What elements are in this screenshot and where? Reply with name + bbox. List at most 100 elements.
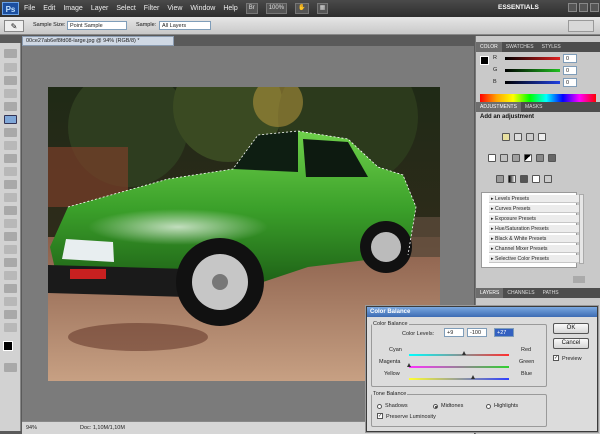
color-balance-icon[interactable] — [512, 154, 520, 162]
brush-tool-icon[interactable] — [4, 141, 17, 150]
channel-mixer-icon[interactable] — [548, 154, 556, 162]
maximize-icon[interactable] — [579, 3, 588, 12]
menu-filter[interactable]: Filter — [144, 5, 160, 12]
tab-color[interactable]: COLOR — [476, 42, 502, 52]
panel-toggle-button[interactable] — [568, 20, 594, 32]
tab-adjustments[interactable]: ADJUSTMENTS — [476, 102, 521, 112]
panel-footer-icon[interactable] — [573, 276, 585, 283]
close-icon[interactable] — [590, 3, 599, 12]
channel-g-slider[interactable] — [505, 69, 560, 72]
tab-styles[interactable]: STYLES — [538, 42, 565, 52]
channel-r-field[interactable]: 0 — [563, 54, 577, 63]
color-spectrum-ramp[interactable] — [480, 94, 596, 102]
levels-icon[interactable] — [514, 133, 522, 141]
bridge-button[interactable]: Br — [245, 3, 258, 14]
curves-icon[interactable] — [526, 133, 534, 141]
gradient-tool-icon[interactable] — [4, 193, 17, 202]
dialog-title[interactable]: Color Balance — [367, 307, 597, 317]
zoom-readout[interactable]: 94% — [26, 422, 37, 434]
magenta-green-slider-track[interactable] — [409, 366, 509, 368]
preset-hue-saturation[interactable]: ▸ Hue/Saturation Presets — [489, 225, 582, 233]
threshold-icon[interactable] — [520, 175, 528, 183]
yellow-blue-slider-thumb[interactable] — [470, 375, 475, 379]
tab-channels[interactable]: CHANNELS — [503, 288, 538, 298]
menu-view[interactable]: View — [167, 5, 182, 12]
channel-g-field[interactable]: 0 — [563, 66, 577, 75]
tab-paths[interactable]: PATHS — [539, 288, 563, 298]
cyan-red-slider-thumb[interactable] — [461, 351, 466, 355]
preset-curves[interactable]: ▸ Curves Presets — [489, 205, 582, 213]
preview-checkbox[interactable]: ✓ — [553, 355, 559, 361]
cancel-button[interactable]: Cancel — [553, 338, 589, 349]
yellow-blue-level-field[interactable]: +27 — [494, 328, 514, 337]
photo-filter-icon[interactable] — [536, 154, 544, 162]
menu-select[interactable]: Select — [116, 5, 135, 12]
shadows-radio-button[interactable] — [377, 404, 382, 409]
preset-selective-color[interactable]: ▸ Selective Color Presets — [489, 255, 582, 263]
preset-channel-mixer[interactable]: ▸ Channel Mixer Presets — [489, 245, 582, 253]
pen-tool-icon[interactable] — [4, 232, 17, 241]
shape-tool-icon[interactable] — [4, 271, 17, 280]
cyan-red-slider-track[interactable] — [409, 354, 509, 356]
channel-b-slider[interactable] — [505, 81, 560, 84]
preview-option[interactable]: ✓ Preview — [553, 354, 595, 364]
eraser-tool-icon[interactable] — [4, 180, 17, 189]
midtones-radio-button[interactable] — [433, 404, 438, 409]
history-brush-tool-icon[interactable] — [4, 167, 17, 176]
dodge-tool-icon[interactable] — [4, 219, 17, 228]
preserve-luminosity-option[interactable]: ✓ Preserve Luminosity — [377, 412, 467, 422]
radio-shadows[interactable]: Shadows — [377, 401, 427, 411]
preset-levels[interactable]: ▸ Levels Presets — [489, 195, 582, 203]
hand-tool-button[interactable]: ✋ — [295, 3, 309, 14]
menu-help[interactable]: Help — [223, 5, 237, 12]
clone-stamp-tool-icon[interactable] — [4, 154, 17, 163]
eyedropper-icon[interactable]: ✎ — [4, 20, 24, 32]
menu-layer[interactable]: Layer — [91, 5, 109, 12]
sample-size-select[interactable]: Point Sample — [67, 21, 127, 30]
vibrance-icon[interactable] — [488, 154, 496, 162]
3d-rotate-tool-icon[interactable] — [4, 284, 17, 293]
magenta-green-slider-thumb[interactable] — [407, 363, 411, 367]
radio-highlights[interactable]: Highlights — [486, 401, 544, 411]
workspace-switcher[interactable]: ESSENTIALS — [498, 4, 539, 11]
lasso-tool-icon[interactable] — [4, 76, 17, 85]
channel-b-field[interactable]: 0 — [563, 78, 577, 87]
presets-scrollbar[interactable] — [579, 194, 584, 264]
blur-tool-icon[interactable] — [4, 206, 17, 215]
path-selection-tool-icon[interactable] — [4, 258, 17, 267]
tab-layers[interactable]: LAYERS — [476, 288, 504, 298]
menu-file[interactable]: File — [24, 5, 35, 12]
magenta-green-level-field[interactable]: -100 — [467, 328, 487, 337]
sample-select[interactable]: All Layers — [159, 21, 211, 30]
zoom-level-button[interactable]: 100% — [265, 3, 288, 14]
highlights-radio-button[interactable] — [486, 404, 491, 409]
move-tool-icon[interactable] — [4, 49, 17, 58]
quick-mask-icon[interactable] — [4, 363, 17, 372]
menu-window[interactable]: Window — [190, 5, 215, 12]
crop-tool-icon[interactable] — [4, 102, 17, 111]
menu-edit[interactable]: Edit — [43, 5, 55, 12]
3d-orbit-tool-icon[interactable] — [4, 297, 17, 306]
posterize-icon[interactable] — [508, 175, 516, 183]
foreground-swatch[interactable] — [480, 56, 489, 65]
preset-exposure[interactable]: ▸ Exposure Presets — [489, 215, 582, 223]
yellow-blue-slider-track[interactable] — [409, 378, 509, 380]
minimize-icon[interactable] — [568, 3, 577, 12]
ok-button[interactable]: OK — [553, 323, 589, 334]
eyedropper-tool-icon[interactable] — [4, 115, 17, 124]
hand-tool-icon[interactable] — [4, 310, 17, 319]
exposure-icon[interactable] — [538, 133, 546, 141]
tab-masks[interactable]: MASKS — [521, 102, 547, 112]
preset-black-white[interactable]: ▸ Black & White Presets — [489, 235, 582, 243]
selective-color-icon[interactable] — [544, 175, 552, 183]
foreground-color-swatch[interactable] — [3, 341, 13, 351]
zoom-tool-icon[interactable] — [4, 323, 17, 332]
black-white-icon[interactable] — [524, 154, 532, 162]
channel-r-slider[interactable] — [505, 57, 560, 60]
brightness-contrast-icon[interactable] — [502, 133, 510, 141]
marquee-tool-icon[interactable] — [4, 63, 17, 72]
hue-saturation-icon[interactable] — [500, 154, 508, 162]
quick-selection-tool-icon[interactable] — [4, 89, 17, 98]
doc-info[interactable]: Doc: 1,10M/1,10M — [80, 422, 125, 434]
menu-image[interactable]: Image — [63, 5, 82, 12]
